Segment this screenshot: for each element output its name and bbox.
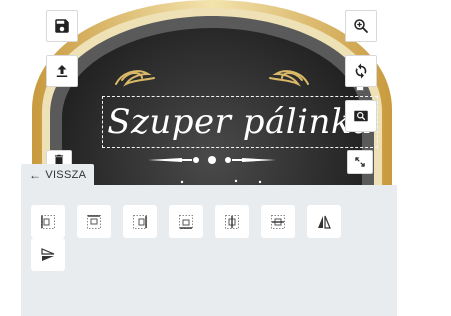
zoom-fit-icon xyxy=(354,110,368,122)
align-left-icon xyxy=(41,214,55,229)
align-right-button[interactable] xyxy=(123,205,157,238)
align-middle-icon xyxy=(271,214,285,229)
flip-vertical-icon xyxy=(41,247,55,261)
flip-horizontal-button[interactable] xyxy=(307,205,341,238)
upload-button[interactable] xyxy=(46,55,78,87)
align-left-button[interactable] xyxy=(31,205,65,238)
align-right-icon xyxy=(133,214,147,229)
align-bottom-icon xyxy=(179,214,193,229)
flip-horizontal-icon xyxy=(318,215,331,229)
align-bottom-button[interactable] xyxy=(169,205,203,238)
resize-button[interactable] xyxy=(347,150,373,174)
align-center-horizontal-icon xyxy=(87,214,101,229)
rotate-icon xyxy=(355,63,367,79)
align-center-horizontal-button[interactable] xyxy=(77,205,111,238)
zoom-fit-button[interactable] xyxy=(345,100,377,132)
arrow-left-icon: ← xyxy=(29,167,42,182)
save-icon xyxy=(55,19,69,33)
align-center-vertical-icon xyxy=(225,214,239,229)
rotate-button[interactable] xyxy=(345,55,377,87)
zoom-in-button[interactable] xyxy=(345,10,377,42)
resize-icon xyxy=(355,157,365,167)
align-center-vertical-button[interactable] xyxy=(215,205,249,238)
save-button[interactable] xyxy=(46,10,78,42)
back-button-label: VISSZA xyxy=(45,168,87,181)
align-middle-button[interactable] xyxy=(261,205,295,238)
back-button[interactable]: ← VISSZA xyxy=(21,164,95,185)
upload-icon xyxy=(56,65,68,77)
flip-vertical-button[interactable] xyxy=(31,238,65,271)
label-headline-text[interactable]: Szuper pálinka xyxy=(102,96,378,148)
zoom-in-icon xyxy=(354,19,368,33)
